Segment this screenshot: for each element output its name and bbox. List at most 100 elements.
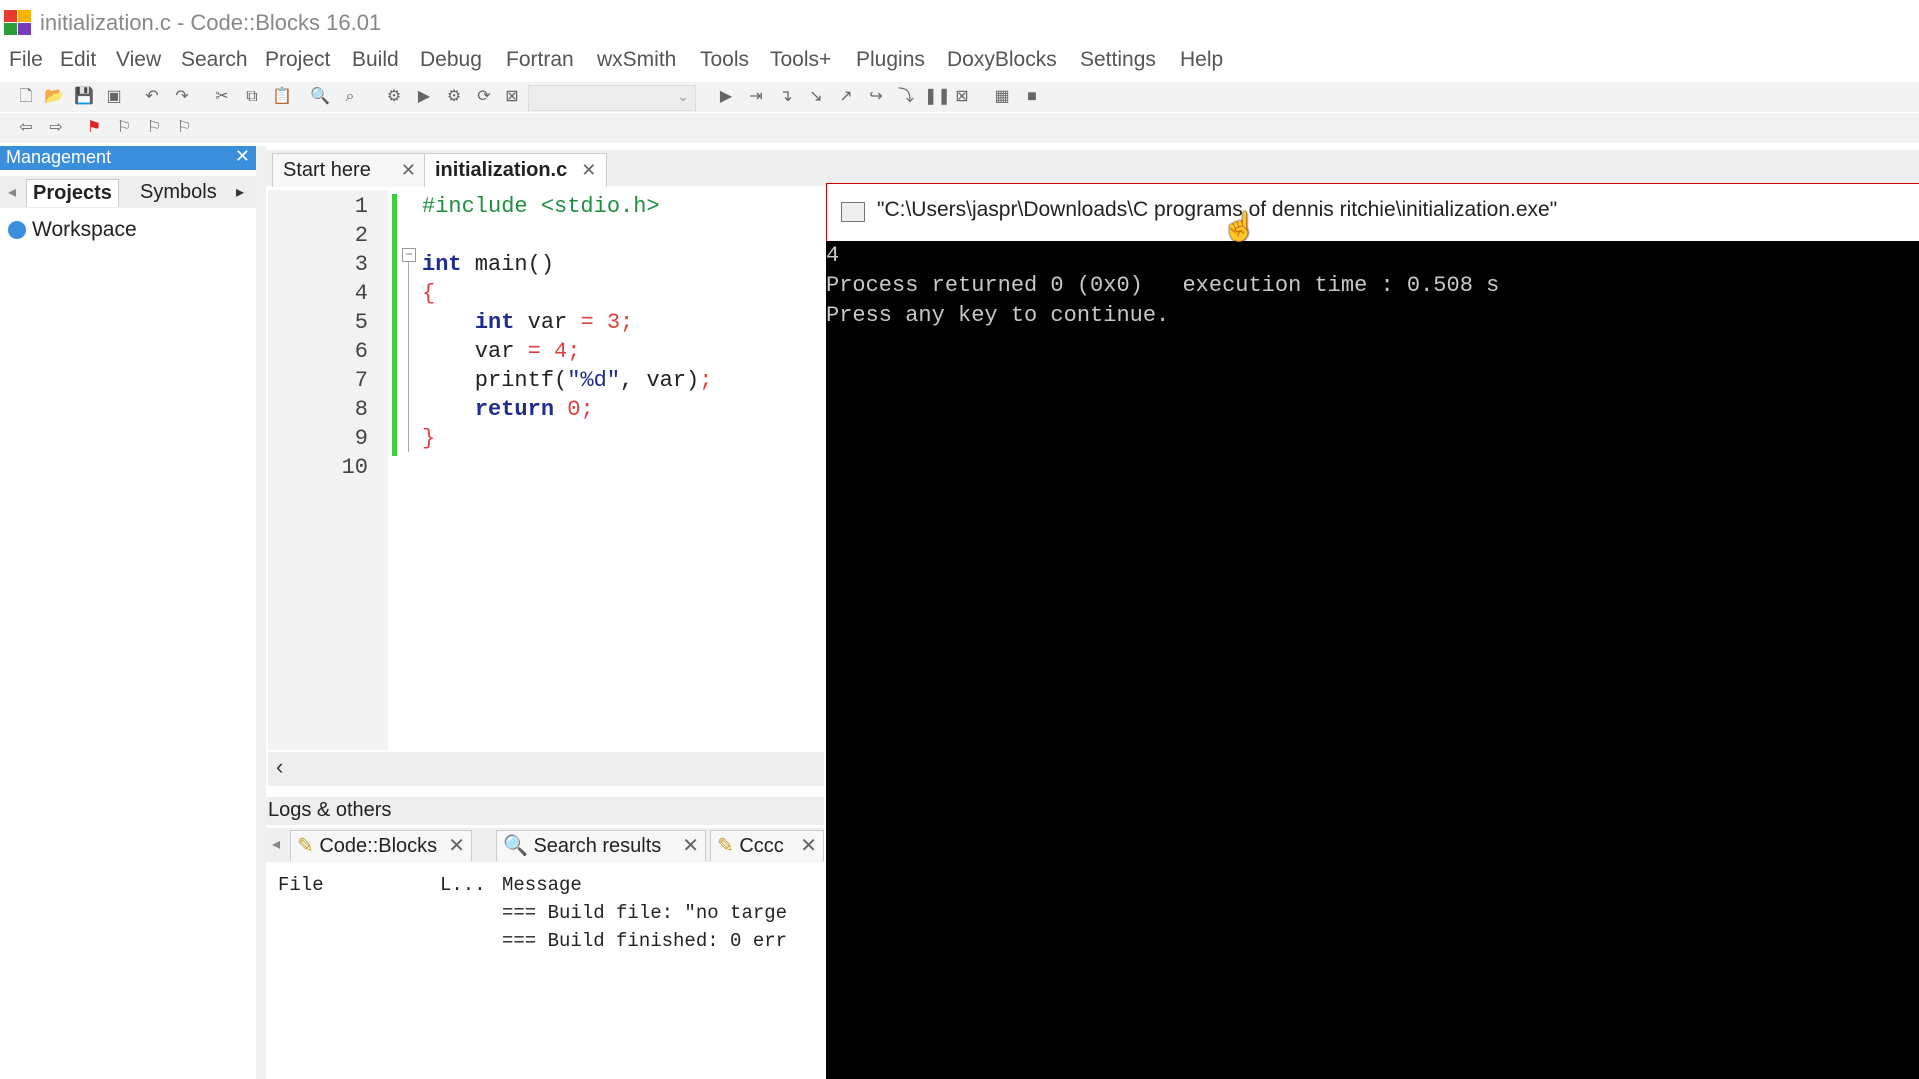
line-number: 4	[354, 281, 368, 306]
close-icon[interactable]: ✕	[581, 160, 596, 180]
line-number: 8	[354, 397, 368, 422]
step-out-icon[interactable]: ↗	[836, 87, 856, 107]
close-icon[interactable]: ✕	[448, 831, 465, 861]
line-number: 7	[354, 368, 368, 393]
tab-cccc[interactable]: ✎ Cccc ✕	[710, 830, 824, 861]
tab-projects[interactable]: Projects	[26, 179, 119, 207]
menu-help[interactable]: Help	[1180, 48, 1223, 72]
column-header-line[interactable]: L...	[440, 874, 486, 896]
menu-view[interactable]: View	[116, 48, 161, 72]
tab-search-results[interactable]: 🔍 Search results ✕	[496, 830, 706, 861]
code-line-7: printf("%d", var);	[422, 368, 713, 393]
log-note-icon: ✎	[717, 835, 734, 857]
menu-project[interactable]: Project	[265, 48, 330, 72]
title-bar: initialization.c - Code::Blocks 16.01	[0, 0, 1919, 44]
column-header-message[interactable]: Message	[502, 874, 582, 896]
back-arrow-icon[interactable]: ⇦	[16, 118, 36, 138]
logs-tab-bar: ◂ ✎ Code::Blocks ✕ 🔍 Search results ✕ ✎ …	[266, 828, 824, 862]
find-icon[interactable]: 🔍	[310, 87, 330, 107]
tab-start-here[interactable]: Start here ✕	[272, 153, 427, 187]
stop-debug-icon[interactable]: ⊠	[952, 87, 972, 107]
clear-bookmarks-icon[interactable]: ⚐	[174, 118, 194, 138]
build-and-run-icon[interactable]: ⚙	[444, 87, 464, 107]
debug-start-icon[interactable]: ▶	[716, 87, 736, 107]
console-title: "C:\Users\jaspr\Downloads\C programs of …	[877, 198, 1558, 221]
fold-toggle-icon[interactable]: −	[402, 248, 416, 262]
save-icon[interactable]: 💾	[74, 87, 94, 107]
build-target-select[interactable]: ⌄	[528, 85, 696, 111]
workspace-tree-item[interactable]: Workspace	[8, 218, 137, 242]
menu-build[interactable]: Build	[352, 48, 399, 72]
code-editor[interactable]: 1 2 3 4 5 6 7 8 9 10 − #include <stdio.h…	[268, 190, 824, 750]
tab-symbols[interactable]: Symbols	[134, 179, 223, 206]
code-line-5: int var = 3;	[474, 310, 634, 335]
menu-debug[interactable]: Debug	[420, 48, 482, 72]
console-line: Press any key to continue.	[826, 303, 1170, 328]
menu-settings[interactable]: Settings	[1080, 48, 1156, 72]
rebuild-icon[interactable]: ⟳	[474, 87, 494, 107]
step-into-icon[interactable]: ↘	[806, 87, 826, 107]
build-icon[interactable]: ⚙	[384, 87, 404, 107]
column-header-file[interactable]: File	[278, 874, 324, 896]
undo-icon[interactable]: ↶	[142, 87, 162, 107]
build-log-list[interactable]: File L... Message === Build file: "no ta…	[268, 864, 824, 1079]
tab-codeblocks-log[interactable]: ✎ Code::Blocks ✕	[290, 830, 472, 861]
tab-scroll-right-icon[interactable]: ▸	[236, 182, 244, 202]
code-line-8: return 0;	[474, 397, 594, 422]
line-number: 6	[354, 339, 368, 364]
abort-icon[interactable]: ⊠	[502, 87, 522, 107]
step-instruction-icon[interactable]: ⤵	[896, 87, 916, 107]
close-icon[interactable]: ✕	[235, 146, 250, 167]
line-number: 9	[354, 426, 368, 451]
debug-windows-icon[interactable]: ▦	[992, 87, 1012, 107]
various-info-icon[interactable]: ■	[1022, 87, 1042, 107]
paste-icon[interactable]: 📋	[272, 87, 292, 107]
tab-initialization-c[interactable]: initialization.c ✕	[424, 153, 608, 187]
console-title-bar[interactable]: "C:\Users\jaspr\Downloads\C programs of …	[826, 183, 1919, 242]
menu-wxsmith[interactable]: wxSmith	[597, 48, 676, 72]
prev-bookmark-icon[interactable]: ⚐	[114, 118, 134, 138]
menu-search[interactable]: Search	[181, 48, 248, 72]
secondary-toolbar: ⇦ ⇨ ⚑ ⚐ ⚐ ⚐	[0, 113, 1919, 143]
next-line-icon[interactable]: ↴	[776, 87, 796, 107]
close-icon[interactable]: ✕	[401, 160, 416, 180]
tab-scroll-left-icon[interactable]: ◂	[272, 834, 280, 854]
hand-cursor-icon: ☝	[1222, 211, 1257, 242]
management-panel	[0, 170, 257, 1079]
close-icon[interactable]: ✕	[800, 831, 817, 861]
code-line-9: }	[422, 426, 436, 451]
log-note-icon: ✎	[297, 835, 314, 857]
run-to-cursor-icon[interactable]: ⇥	[746, 87, 766, 107]
replace-icon[interactable]: ⌕	[340, 87, 360, 107]
menu-edit[interactable]: Edit	[60, 48, 96, 72]
menu-file[interactable]: File	[9, 48, 43, 72]
forward-arrow-icon[interactable]: ⇨	[46, 118, 66, 138]
redo-icon[interactable]: ↷	[172, 87, 192, 107]
toggle-bookmark-icon[interactable]: ⚑	[84, 118, 104, 138]
next-instruction-icon[interactable]: ↪	[866, 87, 886, 107]
cut-icon[interactable]: ✂	[212, 87, 232, 107]
menu-plugins[interactable]: Plugins	[856, 48, 925, 72]
run-icon[interactable]: ▶	[414, 87, 434, 107]
next-bookmark-icon[interactable]: ⚐	[144, 118, 164, 138]
console-output[interactable]: 4 Process returned 0 (0x0) execution tim…	[826, 241, 1919, 1079]
save-all-icon[interactable]: ▣	[104, 87, 124, 107]
chevron-left-icon[interactable]: ‹	[276, 754, 283, 780]
copy-icon[interactable]: ⧉	[242, 87, 262, 107]
new-file-icon[interactable]: 🗋	[16, 87, 36, 107]
menu-tools[interactable]: Tools	[700, 48, 749, 72]
code-line-3: int main()	[422, 252, 555, 277]
change-bar	[392, 194, 397, 456]
horizontal-scrollbar[interactable]: ‹	[268, 752, 824, 786]
open-file-icon[interactable]: 📂	[44, 87, 64, 107]
panel-splitter[interactable]	[256, 146, 266, 1079]
close-icon[interactable]: ✕	[682, 831, 699, 861]
menu-doxyblocks[interactable]: DoxyBlocks	[947, 48, 1057, 72]
tab-scroll-left-icon[interactable]: ◂	[8, 182, 16, 202]
code-line-1: #include <stdio.h>	[422, 194, 660, 219]
menu-tools-plus[interactable]: Tools+	[770, 48, 831, 72]
workspace-icon	[8, 221, 26, 240]
menu-fortran[interactable]: Fortran	[506, 48, 574, 72]
pause-icon[interactable]: ❚❚	[924, 87, 951, 107]
log-message: === Build file: "no targe	[502, 902, 788, 924]
